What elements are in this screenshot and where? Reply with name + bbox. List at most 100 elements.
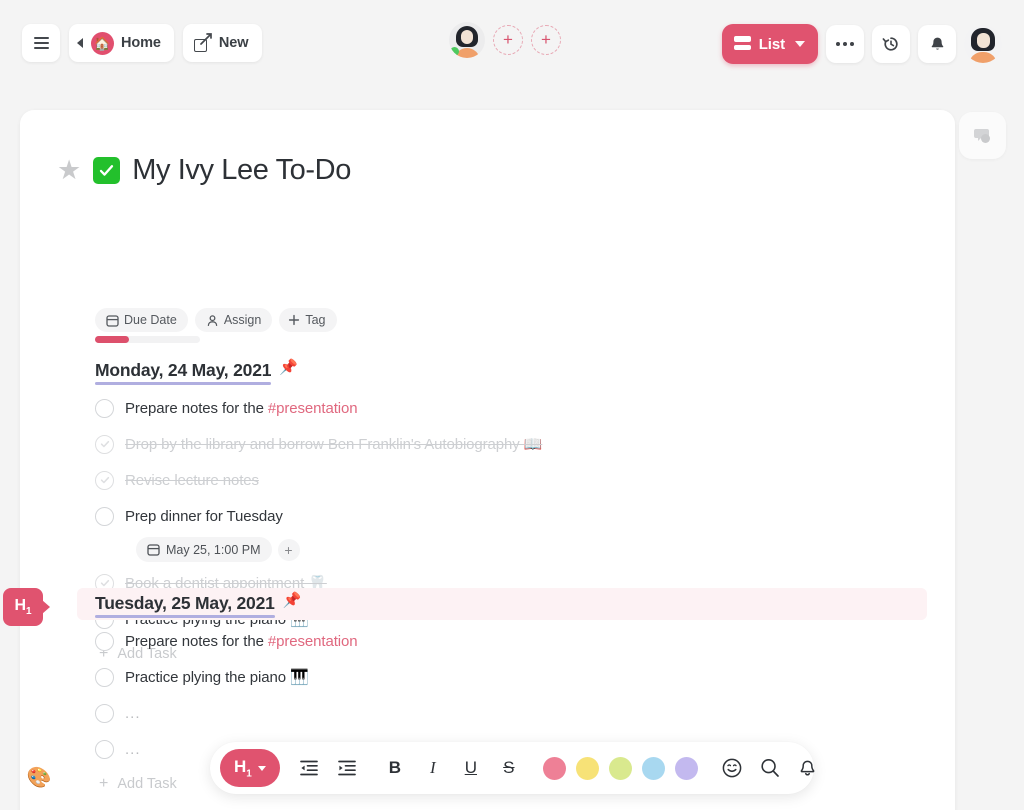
reminder-button[interactable] (789, 749, 827, 787)
toolbar-right-group: List (721, 24, 1002, 64)
due-date-chip[interactable]: Due Date (95, 308, 188, 332)
color-swatch-lime-wrap (604, 749, 637, 787)
text-style-selector[interactable]: H1 (220, 749, 280, 787)
task-row[interactable]: ... (95, 695, 955, 731)
assign-chip[interactable]: Assign (194, 308, 273, 332)
task-label: Prepare notes for the #presentation (125, 399, 358, 417)
home-emoji-icon: 🏠 (91, 31, 114, 55)
text-style-label: H1 (234, 756, 252, 780)
new-label: New (218, 35, 249, 51)
toolbar-left-group: 🏠 Home New (22, 24, 263, 62)
add-tag-chip[interactable]: Tag (279, 308, 337, 332)
task-checkbox[interactable] (95, 667, 114, 687)
task-label: Prepare notes for the #presentation (125, 632, 358, 650)
plus-icon: + (99, 775, 109, 792)
chevron-down-icon (257, 765, 266, 771)
color-swatch-purple[interactable] (674, 756, 698, 780)
collaborators-group: + + (449, 22, 561, 58)
add-task-metadata-button[interactable]: + (277, 538, 300, 561)
progress-bar (95, 336, 200, 343)
comment-button[interactable] (959, 112, 1006, 159)
task-metadata-row: May 25, 1:00 PM + (95, 534, 955, 565)
task-row[interactable]: Drop by the library and borrow Ben Frank… (95, 426, 955, 462)
task-row[interactable]: Revise lecture notes (95, 462, 955, 498)
day-heading-row[interactable]: Monday, 24 May, 2021 📌 (95, 360, 955, 390)
top-toolbar: 🏠 Home New + + List (0, 0, 1024, 88)
format-toolbar: H1 B I U S (210, 742, 815, 794)
online-status-dot (450, 47, 459, 56)
italic-button[interactable]: I (414, 749, 452, 787)
page-title[interactable]: My Ivy Lee To-Do (132, 154, 351, 187)
task-label: Drop by the library and borrow Ben Frank… (125, 436, 543, 453)
home-button[interactable]: 🏠 Home (69, 24, 174, 62)
calendar-icon (106, 314, 119, 327)
bold-button[interactable]: B (376, 749, 414, 787)
progress-bar-fill (95, 336, 129, 343)
notifications-button[interactable] (918, 25, 956, 63)
history-clock-icon (882, 37, 898, 51)
color-swatch-blue[interactable] (641, 756, 665, 780)
avatar[interactable] (449, 22, 485, 58)
task-checkbox[interactable] (95, 506, 114, 526)
color-swatch-pink[interactable] (542, 756, 566, 780)
day-heading-tuesday[interactable]: Tuesday, 25 May, 2021 (95, 593, 275, 618)
task-row[interactable]: Prepare notes for the #presentation (95, 390, 955, 426)
profile-avatar[interactable] (964, 25, 1002, 63)
calendar-icon (147, 544, 160, 556)
list-type-check-icon[interactable] (93, 157, 121, 185)
task-checkbox[interactable] (95, 631, 114, 651)
palette-button[interactable]: 🎨 (26, 765, 52, 791)
new-button[interactable]: New (182, 24, 263, 62)
comment-bubble-icon (973, 128, 990, 143)
star-icon[interactable]: ★ (57, 157, 81, 184)
palette-icon: 🎨 (26, 767, 52, 789)
task-checkbox[interactable] (95, 434, 114, 454)
home-label: Home (121, 35, 161, 51)
indent-icon (337, 760, 356, 776)
underline-button[interactable]: U (452, 749, 490, 787)
task-due-date-label: May 25, 1:00 PM (166, 542, 261, 557)
add-task-label: Add Task (117, 776, 177, 792)
history-button[interactable] (872, 25, 910, 63)
task-checkbox[interactable] (95, 470, 114, 490)
document-title-row: ★ My Ivy Lee To-Do (57, 154, 351, 187)
strikethrough-button[interactable]: S (490, 749, 528, 787)
day-heading-row[interactable]: Tuesday, 25 May, 2021 📌 (77, 588, 955, 623)
pin-emoji-icon: 📌 (282, 592, 302, 609)
task-row[interactable]: Prepare notes for the #presentation (95, 623, 955, 659)
color-swatch-yellow[interactable] (575, 756, 599, 780)
task-label: Prep dinner for Tuesday (125, 507, 283, 525)
document-meta-chips: Due Date Assign Tag (95, 308, 337, 332)
bell-icon (931, 37, 943, 50)
task-checkbox[interactable] (95, 398, 114, 418)
add-collaborator-button[interactable]: + (531, 25, 561, 55)
emoji-icon (722, 758, 742, 778)
hamburger-icon (33, 37, 49, 49)
search-icon (761, 758, 779, 777)
task-tag: #presentation (267, 399, 358, 417)
emoji-button[interactable] (713, 749, 751, 787)
day-heading-monday[interactable]: Monday, 24 May, 2021 (95, 360, 271, 385)
indent-button[interactable] (328, 749, 366, 787)
view-mode-list-button[interactable]: List (721, 24, 818, 64)
task-tag: #presentation (267, 632, 358, 650)
task-row[interactable]: Practice plying the piano 🎹 (95, 659, 955, 695)
menu-button[interactable] (22, 24, 60, 62)
color-swatch-purple-wrap (670, 749, 703, 787)
add-collaborator-button[interactable]: + (493, 25, 523, 55)
heading-level-badge[interactable]: H1 (3, 588, 50, 626)
view-mode-label: List (758, 35, 785, 53)
plus-icon (289, 314, 300, 326)
task-row[interactable]: Prep dinner for Tuesday (95, 498, 955, 534)
task-checkbox[interactable] (95, 739, 114, 759)
color-swatch-yellow-wrap (571, 749, 604, 787)
due-date-chip-label: Due Date (124, 313, 177, 327)
task-due-date-chip[interactable]: May 25, 1:00 PM (136, 537, 272, 562)
task-checkbox[interactable] (95, 703, 114, 723)
search-button[interactable] (751, 749, 789, 787)
color-swatch-lime[interactable] (608, 756, 632, 780)
outdent-button[interactable] (290, 749, 328, 787)
more-options-button[interactable] (826, 25, 864, 63)
chevron-down-icon (795, 41, 805, 47)
pin-emoji-icon: 📌 (279, 359, 298, 376)
